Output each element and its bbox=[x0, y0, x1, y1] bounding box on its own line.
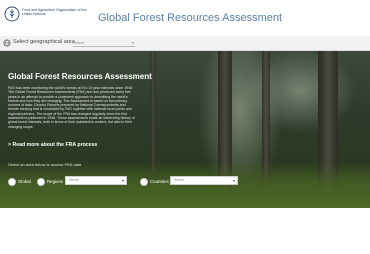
countries-select-value: Select bbox=[174, 178, 184, 182]
regions-radio-label: Regions bbox=[47, 179, 64, 184]
countries-radio[interactable] bbox=[140, 178, 148, 186]
chevron-down-icon: ▾ bbox=[131, 40, 134, 45]
forest-floor-image bbox=[0, 163, 370, 208]
chevron-down-icon: ▾ bbox=[232, 178, 235, 183]
regions-radio[interactable] bbox=[37, 178, 45, 186]
read-more-link[interactable]: > Read more about the FRA process bbox=[8, 142, 97, 148]
global-radio[interactable] bbox=[8, 178, 16, 186]
tree-trunk-image bbox=[150, 51, 156, 171]
countries-radio-label: Countries bbox=[150, 179, 169, 184]
global-radio-label: Global bbox=[18, 179, 31, 184]
chevron-down-icon: ▾ bbox=[121, 178, 124, 183]
regions-select-value: Select bbox=[69, 178, 79, 182]
geo-area-label: Select geographical area bbox=[13, 39, 75, 45]
geo-area-select[interactable]: Select ▾ bbox=[73, 39, 135, 47]
geographical-area-bar: Select geographical area Select ▾ bbox=[0, 36, 370, 51]
globe-icon bbox=[3, 39, 11, 47]
regions-select[interactable]: Select ▾ bbox=[65, 176, 127, 185]
page-footer bbox=[0, 208, 370, 254]
hero-title: Global Forest Resources Assessment bbox=[8, 72, 152, 81]
countries-select[interactable]: Select ▾ bbox=[170, 176, 238, 185]
access-data-label: Select an area below to access FRA data bbox=[8, 162, 82, 167]
fao-logo-icon[interactable] bbox=[4, 6, 20, 22]
geo-area-select-value: Select bbox=[73, 40, 85, 45]
site-header: Food and Agriculture Organization of the… bbox=[0, 0, 370, 37]
hero-description: FAO has been monitoring the world's fore… bbox=[8, 86, 135, 129]
page-title: Global Forest Resources Assessment bbox=[98, 12, 283, 24]
org-name: Food and Agriculture Organization of the… bbox=[22, 8, 87, 17]
hero-banner: Global Forest Resources Assessment FAO h… bbox=[0, 51, 370, 208]
